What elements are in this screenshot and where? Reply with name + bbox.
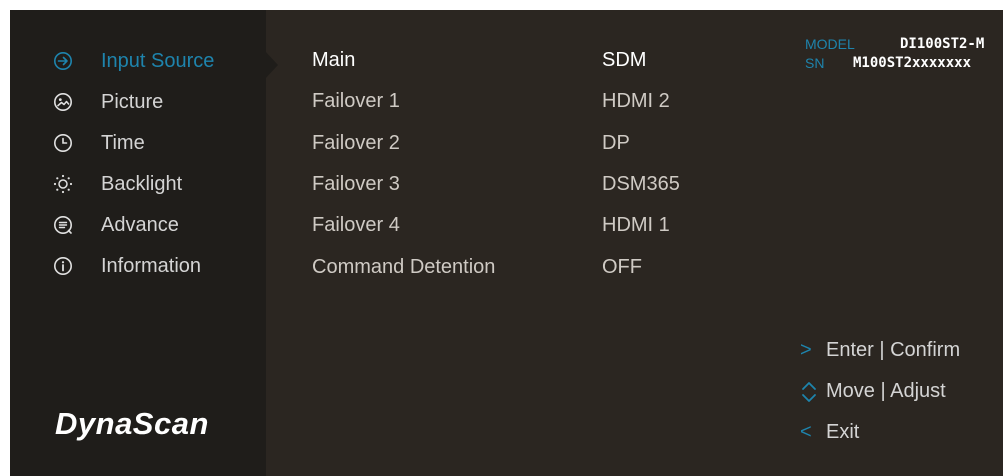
setting-value-main[interactable]: SDM <box>602 49 646 72</box>
sidebar-item-input-source[interactable]: Input Source <box>10 44 266 78</box>
model-label: MODEL <box>805 36 855 52</box>
sidebar-item-time[interactable]: Time <box>10 126 266 160</box>
setting-label-failover-2[interactable]: Failover 2 <box>312 132 400 155</box>
advance-icon <box>52 214 74 236</box>
hint-enter: > Enter | Confirm <box>800 339 960 362</box>
hint-enter-text: Enter | Confirm <box>826 339 961 361</box>
arrow-circle-right-icon <box>52 50 74 72</box>
sidebar-item-picture[interactable]: Picture <box>10 85 266 119</box>
sidebar: Input Source Picture Time Backlight Adva <box>10 10 266 476</box>
sidebar-item-label: Backlight <box>101 172 183 195</box>
picture-icon <box>52 91 74 113</box>
chevron-left-icon: < <box>800 421 812 443</box>
active-menu-pointer <box>264 50 278 80</box>
hint-move: Move | Adjust <box>800 380 946 403</box>
up-down-icon <box>800 381 826 403</box>
dynascan-logo: DynaScan <box>55 406 209 441</box>
sidebar-item-label: Input Source <box>101 49 215 72</box>
setting-value-failover-1[interactable]: HDMI 2 <box>602 90 670 113</box>
setting-value-failover-4[interactable]: HDMI 1 <box>602 214 670 237</box>
model-value: DI100ST2-M <box>900 36 985 52</box>
sidebar-item-label: Time <box>101 131 145 154</box>
clock-icon <box>52 132 74 154</box>
sn-label: SN <box>805 55 825 71</box>
hint-move-text: Move | Adjust <box>826 380 946 402</box>
setting-value-failover-3[interactable]: DSM365 <box>602 173 680 196</box>
chevron-right-icon: > <box>800 339 812 361</box>
sidebar-item-label: Advance <box>101 213 179 236</box>
hint-exit: < Exit <box>800 421 859 444</box>
setting-value-command-detention[interactable]: OFF <box>602 256 642 279</box>
sidebar-item-label: Picture <box>101 90 164 113</box>
sidebar-item-backlight[interactable]: Backlight <box>10 167 266 201</box>
setting-label-command-detention[interactable]: Command Detention <box>312 256 495 279</box>
info-icon <box>52 255 74 277</box>
osd-menu: Input Source Picture Time Backlight Adva <box>10 10 1003 476</box>
setting-label-failover-1[interactable]: Failover 1 <box>312 90 400 113</box>
sn-value: M100ST2xxxxxxx <box>853 55 972 71</box>
setting-label-main[interactable]: Main <box>312 49 355 72</box>
setting-label-failover-4[interactable]: Failover 4 <box>312 214 400 237</box>
setting-label-failover-3[interactable]: Failover 3 <box>312 173 400 196</box>
setting-value-failover-2[interactable]: DP <box>602 132 630 155</box>
hint-exit-text: Exit <box>826 421 860 443</box>
sidebar-item-advance[interactable]: Advance <box>10 208 266 242</box>
sidebar-item-label: Information <box>101 254 202 277</box>
sun-icon <box>52 173 74 195</box>
sidebar-item-information[interactable]: Information <box>10 249 266 283</box>
